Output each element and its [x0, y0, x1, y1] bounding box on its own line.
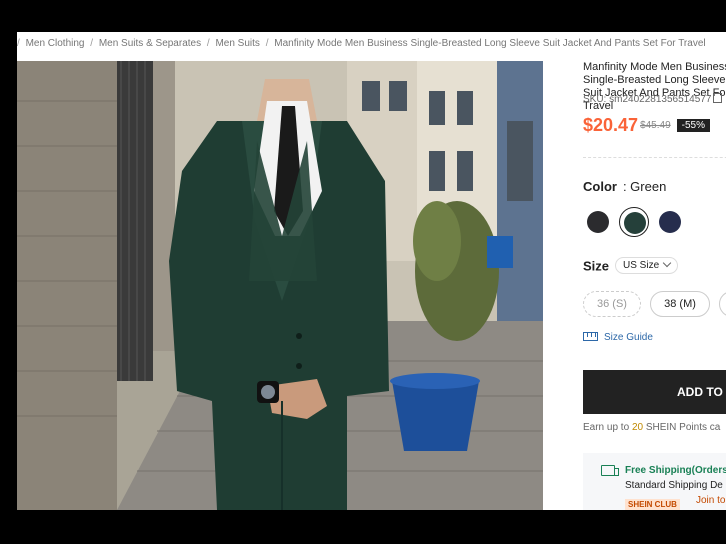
- sku-text: SKU: sm2402281356514577: [583, 94, 712, 105]
- breadcrumb-separator: /: [206, 38, 210, 49]
- price-row: $20.47 $45.49 -55%: [583, 115, 711, 136]
- size-unit-value: US Size: [623, 260, 660, 272]
- size-label: Size: [583, 258, 610, 274]
- product-sku: SKU: sm2402281356514577: [583, 93, 723, 105]
- size-option-next[interactable]: [719, 291, 726, 317]
- breadcrumb-separator: /: [90, 38, 94, 49]
- color-label: Color: [583, 179, 617, 194]
- product-photo-illustration: [17, 61, 543, 510]
- size-guide-label: Size Guide: [604, 332, 653, 343]
- breadcrumb: / Men Clothing / Men Suits & Separates /…: [17, 36, 726, 52]
- color-value: : Green: [622, 179, 667, 194]
- join-club-link[interactable]: Join to: [696, 495, 725, 506]
- points-suffix: SHEIN Points ca: [645, 422, 721, 433]
- discount-badge: -55%: [676, 119, 711, 132]
- divider: [583, 157, 726, 158]
- breadcrumb-item-men-clothing[interactable]: Men Clothing: [26, 38, 88, 49]
- color-heading: Color : Green: [583, 179, 666, 194]
- points-prefix: Earn up to: [583, 422, 630, 433]
- color-swatch-navy[interactable]: [655, 207, 685, 237]
- truck-icon: [601, 465, 619, 476]
- shein-club-badge: SHEIN CLUB: [625, 499, 680, 510]
- product-image[interactable]: [17, 61, 543, 510]
- breadcrumb-separator: /: [265, 38, 269, 49]
- free-shipping-title[interactable]: Free Shipping(Orders: [625, 465, 726, 476]
- ruler-icon: [583, 332, 598, 341]
- shipping-box: Free Shipping(Orders Standard Shipping D…: [583, 453, 726, 510]
- breadcrumb-separator: /: [17, 38, 20, 49]
- original-price: $45.49: [640, 120, 671, 131]
- size-unit-dropdown[interactable]: US Size: [615, 257, 679, 275]
- breadcrumb-item-suits-separates[interactable]: Men Suits & Separates: [99, 38, 204, 49]
- standard-shipping: Standard Shipping De: [625, 480, 723, 491]
- chevron-down-icon: [662, 259, 672, 268]
- swatch-dot: [624, 212, 646, 234]
- size-guide-link[interactable]: Size Guide: [583, 332, 653, 343]
- copy-icon[interactable]: [713, 93, 723, 103]
- points-amount: 20: [631, 422, 644, 433]
- sale-price: $20.47: [583, 115, 639, 135]
- size-option-36s[interactable]: 36 (S): [583, 291, 641, 317]
- swatch-dot: [587, 211, 609, 233]
- color-swatch-green[interactable]: [619, 207, 649, 237]
- breadcrumb-item-current: Manfinity Mode Men Business Single-Breas…: [274, 38, 706, 49]
- product-page: / Men Clothing / Men Suits & Separates /…: [17, 27, 726, 510]
- swatch-dot: [659, 211, 681, 233]
- breadcrumb-item-men-suits[interactable]: Men Suits: [215, 38, 262, 49]
- size-option-38m[interactable]: 38 (M): [650, 291, 710, 317]
- header-strip: [17, 27, 726, 32]
- add-to-bag-button[interactable]: ADD TO: [583, 370, 726, 414]
- size-heading: Size US Size: [583, 257, 679, 275]
- product-info-panel: Manfinity Mode Men Business Single-Breas…: [583, 61, 726, 510]
- product-title: Manfinity Mode Men Business Single-Breas…: [583, 61, 726, 112]
- color-swatch-black[interactable]: [583, 207, 613, 237]
- points-info: Earn up to 20 SHEIN Points ca: [583, 422, 720, 433]
